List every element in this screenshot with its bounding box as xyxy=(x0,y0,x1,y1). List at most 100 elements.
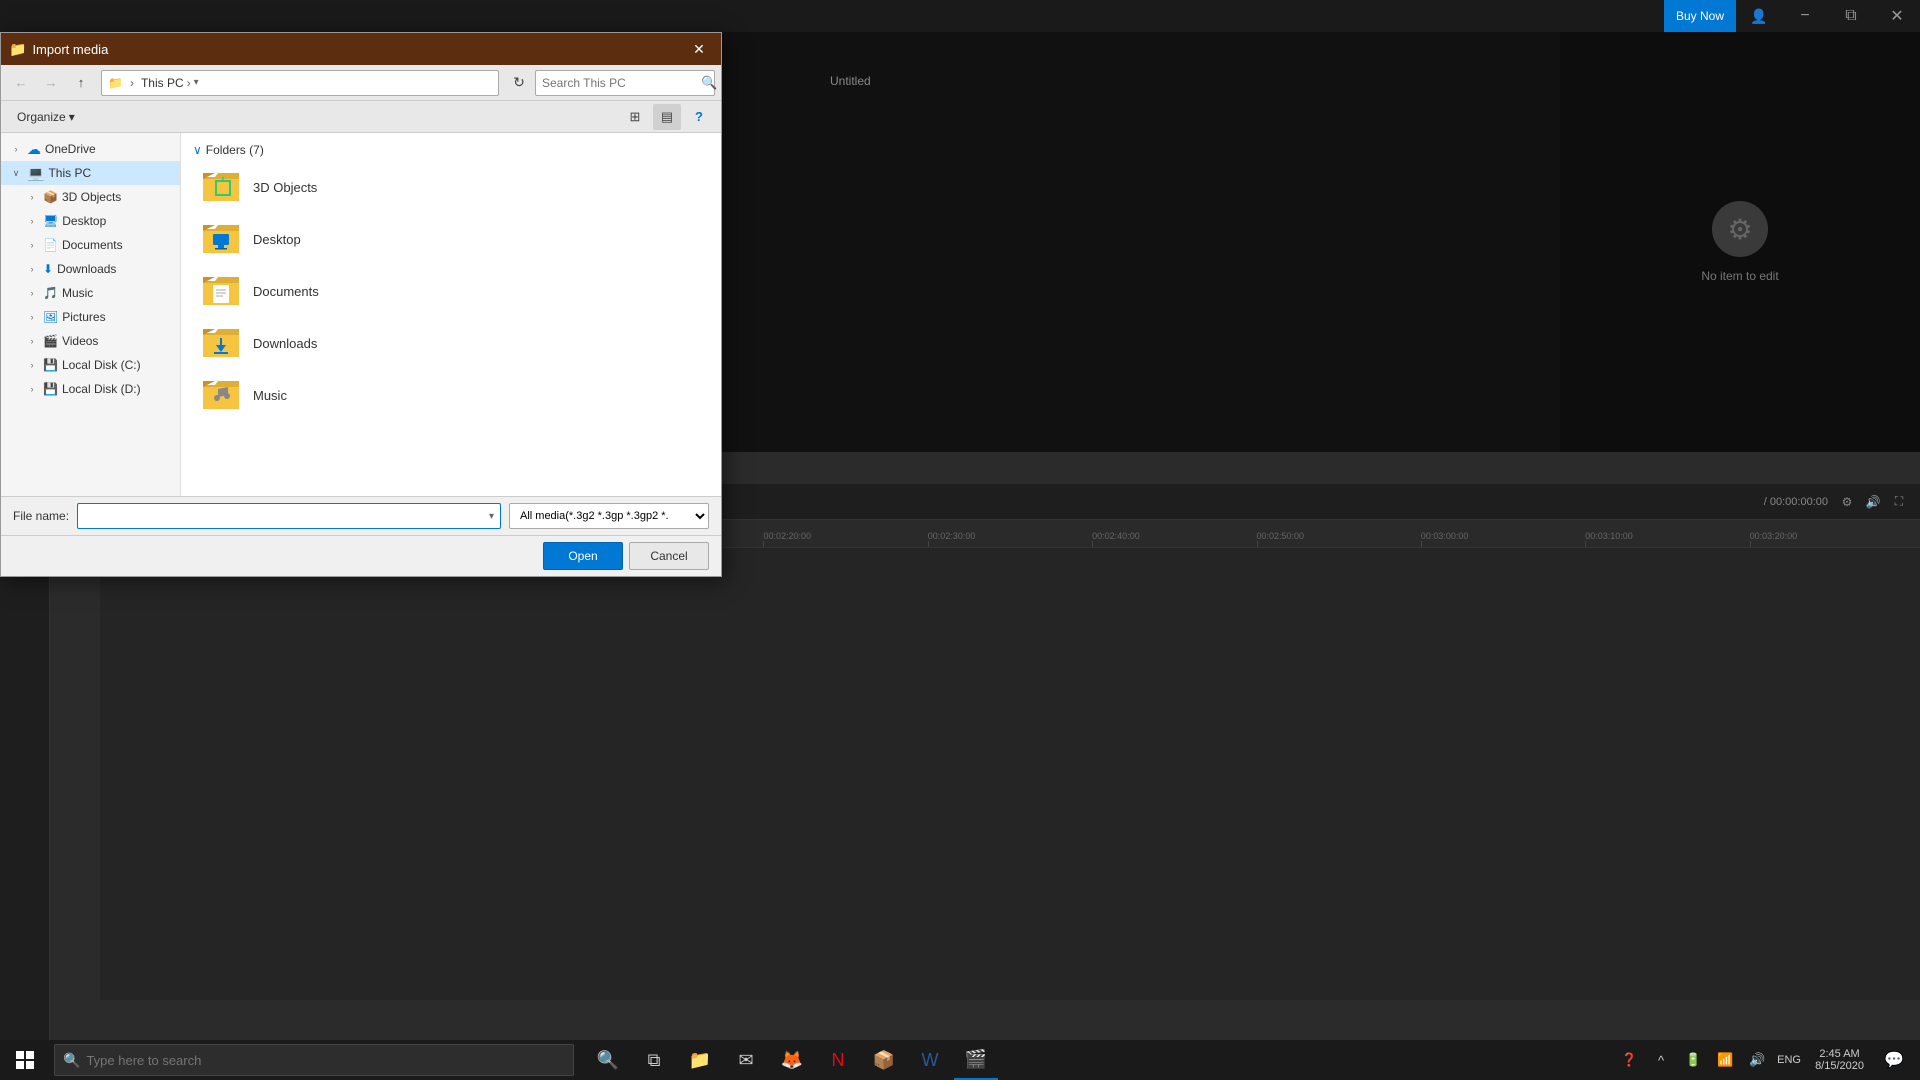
dialog-title-icon: 📁 xyxy=(9,41,26,58)
notification-icon[interactable]: 💬 xyxy=(1876,1040,1912,1080)
tree-item-this-pc[interactable]: ∨ 💻 This PC xyxy=(1,161,180,185)
taskbar-amazon[interactable]: 📦 xyxy=(862,1040,906,1080)
open-button[interactable]: Open xyxy=(543,542,623,570)
organize-label: Organize xyxy=(17,110,66,124)
folder-item-downloads[interactable]: Downloads xyxy=(181,317,721,369)
taskbar-search-bar[interactable]: 🔍 xyxy=(54,1044,574,1076)
restore-button[interactable]: ⧉ xyxy=(1828,0,1874,32)
timeline-volume[interactable]: 🔊 xyxy=(1862,491,1884,513)
organize-button[interactable]: Organize ▾ xyxy=(9,107,83,127)
breadcrumb-dropdown[interactable]: ▾ xyxy=(194,77,199,88)
taskbar-file-explorer[interactable]: 📁 xyxy=(678,1040,722,1080)
folder-item-documents[interactable]: Documents xyxy=(181,265,721,317)
filetype-select[interactable]: All media(*.3g2 *.3gp *.3gp2 *. xyxy=(509,503,709,529)
tree-item-music[interactable]: › 🎵 Music xyxy=(1,281,180,305)
tree-item-desktop[interactable]: › 🖥 Desktop xyxy=(1,209,180,233)
taskbar-task-view[interactable]: ⧉ xyxy=(632,1040,676,1080)
tree-item-documents[interactable]: › 📄 Documents xyxy=(1,233,180,257)
nav-back-button[interactable]: ← xyxy=(7,69,35,97)
cancel-button[interactable]: Cancel xyxy=(629,542,709,570)
taskbar-search-input[interactable] xyxy=(86,1053,565,1068)
tree-item-3d-objects[interactable]: › 📦 3D Objects xyxy=(1,185,180,209)
folder-item-3d[interactable]: 3D Objects xyxy=(181,161,721,213)
timeline-settings[interactable]: ⚙ xyxy=(1836,491,1858,513)
taskbar-volume-icon[interactable]: 🔊 xyxy=(1743,1040,1771,1080)
local-d-label: Local Disk (D:) xyxy=(62,382,141,396)
ruler-mark-11: 00:03:20:00 xyxy=(1750,531,1914,547)
filename-input-wrap[interactable]: ▾ xyxy=(77,503,501,529)
dialog-toolbar: Organize ▾ ⊞ ▤ ? xyxy=(1,101,721,133)
right-preview-panel: ⚙ No item to edit xyxy=(1560,32,1920,452)
documents-icon: 📄 xyxy=(43,238,58,252)
taskbar: 🔍 🔍 ⧉ 📁 ✉ 🦊 N 📦 W 🎬 ❓ ^ 🔋 📶 🔊 ENG 2:45 A… xyxy=(0,1040,1920,1080)
taskbar-battery-icon[interactable]: 🔋 xyxy=(1679,1040,1707,1080)
taskbar-chevron-icon[interactable]: ^ xyxy=(1647,1040,1675,1080)
ruler-mark-6: 00:02:30:00 xyxy=(928,531,1092,547)
refresh-button[interactable]: ↻ xyxy=(505,69,533,97)
filename-label: File name: xyxy=(13,509,69,523)
folders-section-header[interactable]: ∨ Folders (7) xyxy=(181,139,721,161)
tree-item-local-d[interactable]: › 💾 Local Disk (D:) xyxy=(1,377,180,401)
this-pc-icon: 💻 xyxy=(27,165,44,182)
timeline-fullscreen[interactable]: ⛶ xyxy=(1888,491,1910,513)
folder-icon-desktop xyxy=(201,221,241,257)
dialog-close-button[interactable]: ✕ xyxy=(685,38,713,60)
folder-label-music: Music xyxy=(253,388,287,403)
taskbar-clock[interactable]: 2:45 AM 8/15/2020 xyxy=(1807,1040,1872,1080)
expand-music: › xyxy=(25,286,39,300)
breadcrumb-bar[interactable]: 📁 › This PC › ▾ xyxy=(101,70,499,96)
folder-icon-music xyxy=(201,377,241,413)
expand-videos: › xyxy=(25,334,39,348)
expand-local-c: › xyxy=(25,358,39,372)
tree-item-pictures[interactable]: › 🖼 Pictures xyxy=(1,305,180,329)
search-input[interactable] xyxy=(542,76,697,90)
dialog-action-row: Open Cancel xyxy=(1,535,721,576)
taskbar-netflix[interactable]: N xyxy=(816,1040,860,1080)
help-button[interactable]: ? xyxy=(685,104,713,130)
dialog-left-pane: › ☁ OneDrive ∨ 💻 This PC › 📦 3D Objects … xyxy=(1,133,181,496)
tree-item-local-c[interactable]: › 💾 Local Disk (C:) xyxy=(1,353,180,377)
taskbar-help-icon[interactable]: ❓ xyxy=(1615,1040,1643,1080)
music-icon: 🎵 xyxy=(43,286,58,300)
pictures-icon: 🖼 xyxy=(43,310,58,324)
view-details-button[interactable]: ▤ xyxy=(653,104,681,130)
taskbar-search-icon-btn[interactable]: 🔍 xyxy=(586,1040,630,1080)
dialog-right-pane: ∨ Folders (7) 3D Objects xyxy=(181,133,721,496)
taskbar-video-editor[interactable]: 🎬 xyxy=(954,1040,998,1080)
nav-up-button[interactable]: ↑ xyxy=(67,69,95,97)
folder-label-documents: Documents xyxy=(253,284,319,299)
buy-now-button[interactable]: Buy Now xyxy=(1664,0,1736,32)
folder-item-desktop[interactable]: Desktop xyxy=(181,213,721,265)
section-collapse-icon: ∨ xyxy=(193,143,202,157)
3d-objects-label: 3D Objects xyxy=(62,190,121,204)
filename-dropdown[interactable]: ▾ xyxy=(489,511,494,522)
taskbar-wifi-icon[interactable]: 📶 xyxy=(1711,1040,1739,1080)
folder-icon-documents xyxy=(201,273,241,309)
expand-this-pc: ∨ xyxy=(9,166,23,180)
taskbar-lang-icon[interactable]: ENG xyxy=(1775,1040,1803,1080)
ruler-mark-9: 00:03:00:00 xyxy=(1421,531,1585,547)
filename-input[interactable] xyxy=(84,509,489,523)
tree-item-downloads[interactable]: › ⬇ Downloads xyxy=(1,257,180,281)
minimize-button[interactable]: − xyxy=(1782,0,1828,32)
taskbar-word[interactable]: W xyxy=(908,1040,952,1080)
folder-item-music[interactable]: Music xyxy=(181,369,721,421)
dialog-nav: ← → ↑ 📁 › This PC › ▾ ↻ 🔍 xyxy=(1,65,721,101)
taskbar-icons: 🔍 ⧉ 📁 ✉ 🦊 N 📦 W 🎬 xyxy=(586,1040,998,1080)
user-account-button[interactable]: 👤 xyxy=(1736,0,1782,32)
taskbar-firefox[interactable]: 🦊 xyxy=(770,1040,814,1080)
breadcrumb-arrow: › xyxy=(130,76,134,90)
close-app-button[interactable]: ✕ xyxy=(1874,0,1920,32)
start-button[interactable] xyxy=(0,1040,50,1080)
ruler-mark-10: 00:03:10:00 xyxy=(1585,531,1749,547)
tree-item-onedrive[interactable]: › ☁ OneDrive xyxy=(1,137,180,161)
nav-forward-button[interactable]: → xyxy=(37,69,65,97)
timeline-right-icons: ⚙ 🔊 ⛶ xyxy=(1836,491,1910,513)
view-grid-button[interactable]: ⊞ xyxy=(621,104,649,130)
tree-item-videos[interactable]: › 🎬 Videos xyxy=(1,329,180,353)
clock-time: 2:45 AM xyxy=(1819,1048,1859,1060)
search-input-wrap[interactable]: 🔍 xyxy=(535,70,715,96)
taskbar-mail[interactable]: ✉ xyxy=(724,1040,768,1080)
ruler-mark-5: 00:02:20:00 xyxy=(763,531,927,547)
expand-onedrive: › xyxy=(9,142,23,156)
